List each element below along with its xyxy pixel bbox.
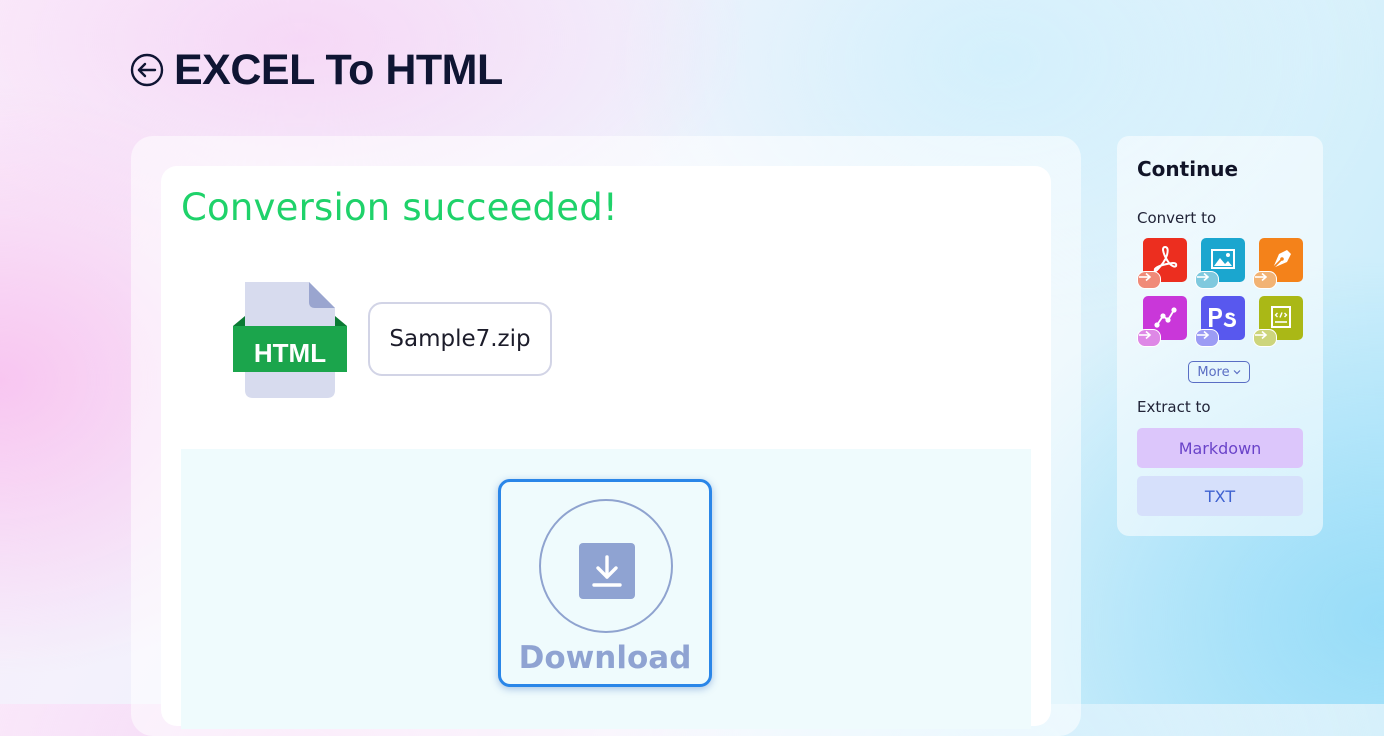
more-button[interactable]: More [1188,361,1250,383]
download-circle [539,499,673,633]
convert-to-graph-tile[interactable] [1137,296,1187,347]
extract-txt-button[interactable]: TXT [1137,476,1303,516]
result-card: Conversion succeeded! HTML Sample7.zip D… [161,166,1051,729]
convert-to-vector-tile[interactable] [1253,238,1303,289]
convert-to-web-tile[interactable] [1253,296,1303,347]
extract-markdown-button[interactable]: Markdown [1137,428,1303,468]
convert-arrow-icon [1253,329,1277,347]
download-button[interactable]: Download [498,479,712,687]
download-label: Download [518,640,692,676]
download-area: Download [181,449,1031,729]
convert-to-image-tile[interactable] [1195,238,1245,289]
file-name-chip: Sample7.zip [368,302,552,376]
file-name: Sample7.zip [389,326,531,352]
html-file-icon: HTML [231,282,349,400]
convert-arrow-icon [1253,271,1277,289]
file-type-label: HTML [254,338,326,368]
convert-arrow-icon [1195,271,1219,289]
page-header: EXCEL To HTML [130,44,503,96]
convert-to-psd-tile[interactable] [1195,296,1245,347]
page-title: EXCEL To HTML [174,45,503,94]
convert-arrow-icon [1137,271,1161,289]
continue-sidebar: Continue Convert to More Extract to Mark… [1117,136,1323,536]
sidebar-heading: Continue [1137,157,1239,181]
convert-to-label: Convert to [1137,209,1217,227]
convert-arrow-icon [1137,329,1161,347]
extract-to-label: Extract to [1137,398,1211,416]
conversion-panel: Conversion succeeded! HTML Sample7.zip D… [131,136,1081,736]
convert-to-pdf-tile[interactable] [1137,238,1187,289]
convert-arrow-icon [1195,329,1219,347]
more-label: More [1197,364,1230,380]
chevron-down-icon [1233,370,1241,375]
success-message: Conversion succeeded! [181,186,618,229]
download-icon [579,543,635,599]
back-arrow-circle-icon[interactable] [130,53,164,87]
